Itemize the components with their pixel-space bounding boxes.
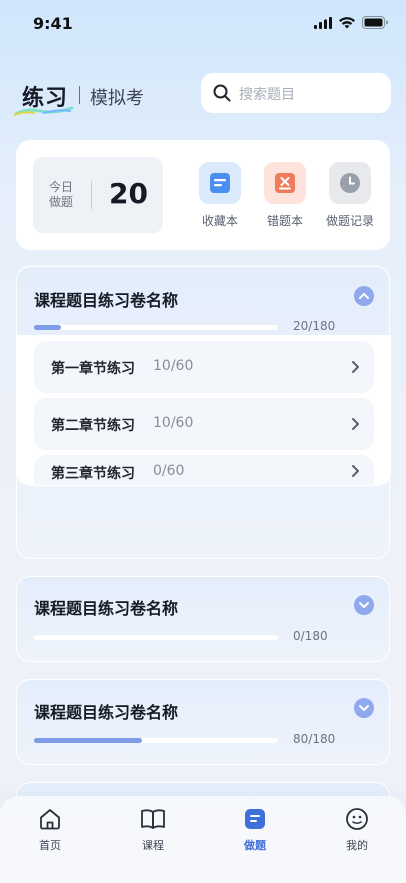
wrong-answer-tile — [264, 162, 306, 204]
bottom-tab-bar: 首页 课程 做题 我的 — [0, 796, 406, 883]
expand-button[interactable] — [354, 698, 374, 718]
collapse-button[interactable] — [354, 286, 374, 306]
battery-icon — [362, 16, 388, 29]
home-tab-icon — [20, 806, 80, 832]
signal-icon — [314, 16, 332, 29]
chevron-right-icon — [352, 361, 359, 373]
paper-title: 课程题目练习卷名称 — [34, 599, 179, 618]
title-separator — [79, 86, 80, 104]
wrong-answer-icon — [275, 173, 295, 193]
tab-practice-title[interactable]: 练习 — [22, 80, 68, 112]
chapter-list: 第一章节练习 10/60 第二章节练习 10/60 第三章节练习 0/60 — [17, 335, 391, 486]
tab-courses[interactable]: 课程 — [123, 806, 183, 853]
chapter-row[interactable]: 第三章节练习 0/60 — [34, 455, 374, 485]
wrong-answers-label: 错题本 — [266, 214, 303, 228]
tab-profile[interactable]: 我的 — [327, 806, 387, 853]
chapter-progress: 0/60 — [153, 463, 185, 479]
chevron-down-icon — [359, 705, 369, 711]
profile-tab-icon — [327, 806, 387, 832]
paper-title: 课程题目练习卷名称 — [34, 291, 179, 310]
chevron-right-icon — [352, 465, 359, 477]
search-input[interactable]: 搜索题目 — [201, 73, 391, 113]
tab-home[interactable]: 首页 — [20, 806, 80, 853]
practice-tab-icon — [225, 806, 285, 832]
book-tab-icon — [123, 806, 183, 832]
today-divider — [91, 181, 92, 209]
chevron-down-icon — [359, 602, 369, 608]
wifi-icon — [339, 16, 355, 28]
tab-practice[interactable]: 做题 — [225, 806, 285, 853]
today-label: 今日做题 — [49, 180, 74, 209]
search-icon — [213, 84, 231, 102]
status-icons — [314, 16, 388, 29]
search-placeholder: 搜索题目 — [239, 87, 295, 103]
page-header: 练习 模拟考 搜索题目 — [0, 70, 406, 118]
chapter-progress: 10/60 — [153, 415, 194, 431]
chapter-row[interactable]: 第一章节练习 10/60 — [34, 341, 374, 393]
status-time: 9:41 — [33, 14, 73, 33]
status-bar: 9:41 — [0, 0, 406, 48]
paper-card[interactable]: 课程题目练习卷名称 0/180 — [16, 576, 390, 662]
progress-bar — [34, 738, 278, 743]
chapter-name: 第三章节练习 — [51, 466, 135, 482]
clock-icon — [340, 173, 360, 193]
wrong-answers-button[interactable]: 错题本 — [255, 162, 315, 229]
chevron-right-icon — [352, 418, 359, 430]
chevron-up-icon — [359, 293, 369, 299]
progress-fill — [34, 738, 143, 743]
tab-label: 课程 — [142, 839, 164, 852]
chapter-name: 第二章节练习 — [51, 418, 135, 434]
practice-history-label: 做题记录 — [325, 214, 374, 228]
tab-label: 首页 — [39, 839, 61, 852]
home-icon — [40, 809, 60, 830]
history-tile — [329, 162, 371, 204]
chapter-row[interactable]: 第二章节练习 10/60 — [34, 398, 374, 450]
paper-title: 课程题目练习卷名称 — [34, 703, 179, 722]
progress-bar — [34, 325, 278, 330]
progress-bar — [34, 635, 278, 640]
chapter-name: 第一章节练习 — [51, 361, 135, 377]
favorites-label: 收藏本 — [201, 214, 238, 228]
practice-history-button[interactable]: 做题记录 — [320, 162, 380, 229]
expand-button[interactable] — [354, 595, 374, 615]
today-summary: 今日做题 20 — [33, 157, 163, 233]
today-count: 20 — [109, 177, 148, 210]
tab-mock-exam[interactable]: 模拟考 — [90, 84, 144, 110]
stats-card: 今日做题 20 收藏本 错题本 做题记录 — [16, 140, 390, 250]
practice-icon — [245, 809, 265, 829]
tab-label: 我的 — [346, 839, 368, 852]
bookmark-icon — [210, 173, 230, 193]
progress-text: 20/180 — [293, 319, 336, 333]
paper-card: 课程题目练习卷名称 20/180 第一章节练习 10/60 第二章节练习 10/… — [16, 266, 391, 559]
progress-fill — [34, 325, 62, 330]
profile-icon — [346, 808, 368, 830]
progress-text: 0/180 — [293, 629, 328, 643]
chapter-progress: 10/60 — [153, 358, 194, 374]
progress-text: 80/180 — [293, 732, 336, 746]
tab-label: 做题 — [244, 839, 266, 852]
favorites-button[interactable]: 收藏本 — [190, 162, 250, 229]
bookmark-tile — [199, 162, 241, 204]
paper-card[interactable]: 课程题目练习卷名称 80/180 — [16, 679, 390, 765]
book-icon — [141, 809, 165, 829]
